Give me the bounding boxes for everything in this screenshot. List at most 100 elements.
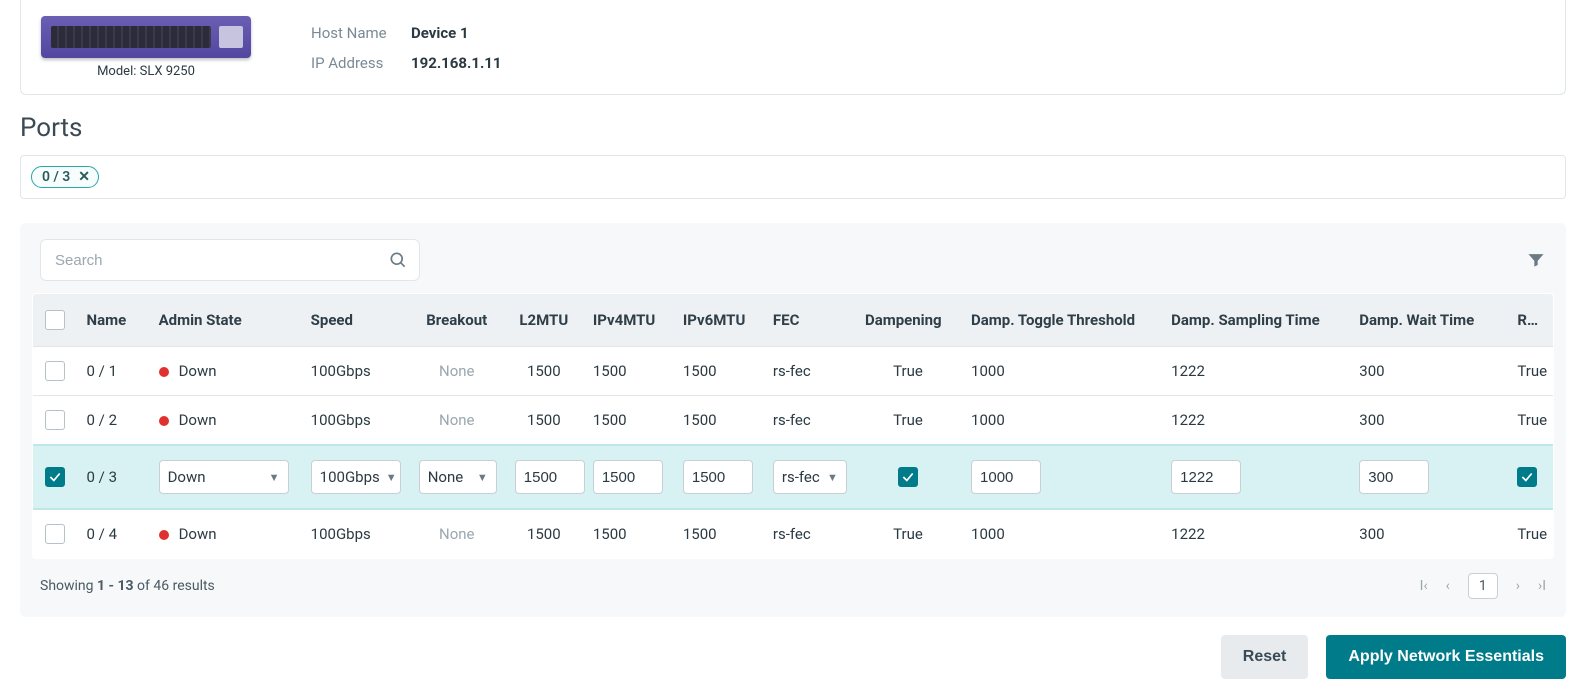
ip-address-label: IP Address bbox=[311, 54, 411, 72]
col-dst[interactable]: Damp. Sampling Time bbox=[1161, 294, 1349, 347]
host-name-value: Device 1 bbox=[411, 24, 469, 42]
cell-dampening: True bbox=[855, 509, 961, 559]
row-checkbox[interactable] bbox=[45, 361, 65, 381]
search-input[interactable] bbox=[40, 239, 420, 281]
status-dot-icon bbox=[159, 367, 169, 377]
status-dot-icon bbox=[159, 530, 169, 540]
cell-name: 0 / 2 bbox=[77, 396, 149, 446]
col-admin-state[interactable]: Admin State bbox=[149, 294, 301, 347]
page-last-icon[interactable]: ›I bbox=[1538, 578, 1546, 594]
apply-network-essentials-button[interactable]: Apply Network Essentials bbox=[1326, 635, 1566, 679]
cell-l2mtu: 1500 bbox=[505, 509, 583, 559]
l2mtu-input[interactable] bbox=[515, 460, 585, 494]
search-icon[interactable] bbox=[388, 250, 408, 270]
select-all-checkbox[interactable] bbox=[45, 310, 65, 330]
cell-dwt: 300 bbox=[1349, 396, 1507, 446]
search-field-wrap bbox=[40, 239, 420, 281]
cell-speed: 100Gbps bbox=[301, 347, 409, 396]
filter-chip-bar: 0 / 3 ✕ bbox=[20, 155, 1566, 199]
cell-admin-state: Down bbox=[149, 509, 301, 559]
col-name[interactable]: Name bbox=[77, 294, 149, 347]
breakout-select[interactable]: None▼ bbox=[419, 460, 497, 494]
col-speed[interactable]: Speed bbox=[301, 294, 409, 347]
cell-speed: 100Gbps bbox=[301, 396, 409, 446]
page-prev-icon[interactable]: ‹ bbox=[1446, 578, 1450, 594]
col-fec[interactable]: FEC bbox=[763, 294, 855, 347]
dwt-input[interactable] bbox=[1359, 460, 1429, 494]
chevron-down-icon: ▼ bbox=[386, 471, 397, 484]
action-bar: Reset Apply Network Essentials bbox=[20, 635, 1566, 679]
page-number[interactable]: 1 bbox=[1468, 573, 1498, 599]
ipv6mtu-input[interactable] bbox=[683, 460, 753, 494]
fec-select[interactable]: rs-fec▼ bbox=[773, 460, 847, 494]
cell-name: 0 / 1 bbox=[77, 347, 149, 396]
col-dwt[interactable]: Damp. Wait Time bbox=[1349, 294, 1507, 347]
status-dot-icon bbox=[159, 416, 169, 426]
table-row: 0 / 4Down100GbpsNone150015001500rs-fecTr… bbox=[33, 509, 1554, 559]
cell-dst: 1222 bbox=[1161, 509, 1349, 559]
pagination: I‹ ‹ 1 › ›I bbox=[1420, 573, 1546, 599]
cell-dtt: 1000 bbox=[961, 347, 1161, 396]
chevron-down-icon: ▼ bbox=[269, 471, 280, 484]
cell-fec: rs-fec bbox=[763, 347, 855, 396]
results-prefix: Showing bbox=[40, 578, 97, 594]
rme-checkbox[interactable] bbox=[1517, 467, 1537, 487]
cell-ipv6mtu: 1500 bbox=[673, 396, 763, 446]
dampening-checkbox[interactable] bbox=[898, 467, 918, 487]
col-ipv6mtu[interactable]: IPv6MTU bbox=[673, 294, 763, 347]
cell-l2mtu: 1500 bbox=[505, 347, 583, 396]
results-summary: Showing 1 - 13 of 46 results bbox=[40, 578, 215, 594]
cell-dtt: 1000 bbox=[961, 396, 1161, 446]
speed-select[interactable]: 100Gbps▼ bbox=[311, 460, 401, 494]
col-l2mtu[interactable]: L2MTU bbox=[505, 294, 583, 347]
cell-dwt: 300 bbox=[1349, 347, 1507, 396]
filter-chip[interactable]: 0 / 3 ✕ bbox=[31, 166, 99, 188]
row-checkbox[interactable] bbox=[45, 524, 65, 544]
dtt-input[interactable] bbox=[971, 460, 1041, 494]
cell-l2mtu: 1500 bbox=[505, 396, 583, 446]
filter-icon[interactable] bbox=[1526, 250, 1546, 270]
cell-admin-state: Down bbox=[149, 396, 301, 446]
dst-input[interactable] bbox=[1171, 460, 1241, 494]
table-header-row: Name Admin State Speed Breakout L2MTU IP… bbox=[33, 294, 1554, 347]
table-row: 0 / 3 Down▼ 100Gbps▼ None▼ rs-fec▼ bbox=[33, 445, 1554, 509]
device-model-label: Model: SLX 9250 bbox=[41, 64, 251, 79]
table-row: 0 / 1Down100GbpsNone150015001500rs-fecTr… bbox=[33, 347, 1554, 396]
cell-rme: True bbox=[1507, 509, 1553, 559]
row-checkbox[interactable] bbox=[45, 467, 65, 487]
device-summary-card: Model: SLX 9250 Host Name Device 1 IP Ad… bbox=[20, 0, 1566, 95]
chevron-down-icon: ▼ bbox=[477, 471, 488, 484]
cell-rme: True bbox=[1507, 396, 1553, 446]
cell-breakout: None bbox=[409, 396, 505, 446]
ipv4mtu-input[interactable] bbox=[593, 460, 663, 494]
cell-ipv4mtu: 1500 bbox=[583, 509, 673, 559]
filter-chip-label: 0 / 3 bbox=[42, 169, 70, 185]
page-first-icon[interactable]: I‹ bbox=[1420, 578, 1428, 594]
col-dampening[interactable]: Dampening bbox=[855, 294, 961, 347]
cell-dwt: 300 bbox=[1349, 509, 1507, 559]
admin-state-select[interactable]: Down▼ bbox=[159, 460, 289, 494]
results-suffix: of 46 results bbox=[134, 578, 215, 594]
cell-dst: 1222 bbox=[1161, 396, 1349, 446]
cell-name: 0 / 3 bbox=[77, 445, 149, 509]
row-checkbox[interactable] bbox=[45, 410, 65, 430]
cell-fec: rs-fec bbox=[763, 509, 855, 559]
cell-ipv6mtu: 1500 bbox=[673, 347, 763, 396]
col-breakout[interactable]: Breakout bbox=[409, 294, 505, 347]
reset-button[interactable]: Reset bbox=[1221, 635, 1309, 679]
ports-panel: Name Admin State Speed Breakout L2MTU IP… bbox=[20, 223, 1566, 617]
table-row: 0 / 2Down100GbpsNone150015001500rs-fecTr… bbox=[33, 396, 1554, 446]
cell-dtt: 1000 bbox=[961, 509, 1161, 559]
close-icon[interactable]: ✕ bbox=[78, 169, 90, 185]
col-dtt[interactable]: Damp. Toggle Threshold bbox=[961, 294, 1161, 347]
host-name-label: Host Name bbox=[311, 24, 411, 42]
ip-address-value: 192.168.1.11 bbox=[411, 54, 502, 72]
col-ipv4mtu[interactable]: IPv4MTU bbox=[583, 294, 673, 347]
device-meta: Host Name Device 1 IP Address 192.168.1.… bbox=[311, 2, 502, 84]
cell-rme: True bbox=[1507, 347, 1553, 396]
cell-ipv6mtu: 1500 bbox=[673, 509, 763, 559]
cell-speed: 100Gbps bbox=[301, 509, 409, 559]
col-rme[interactable]: RME bbox=[1507, 294, 1553, 347]
page-next-icon[interactable]: › bbox=[1516, 578, 1520, 594]
device-image bbox=[41, 16, 251, 58]
